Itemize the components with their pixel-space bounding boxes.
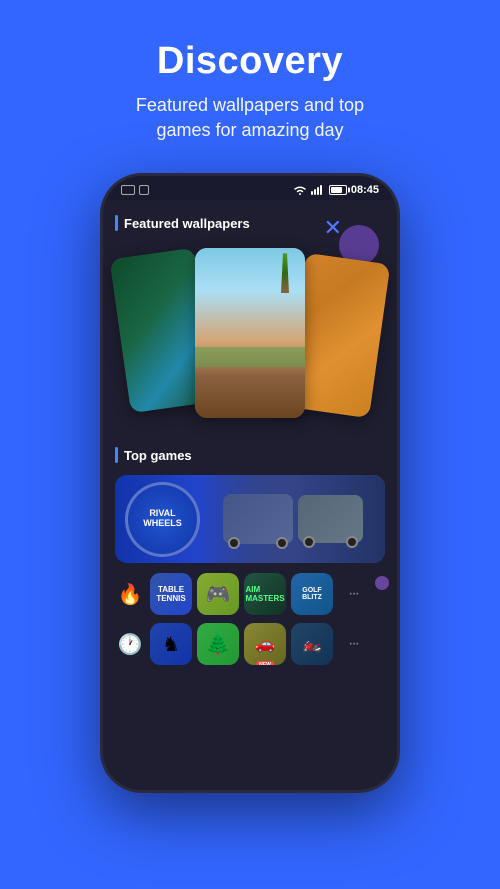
wallpaper-stack [115,243,385,433]
rival-wheels-text: RIVAL WHEELS [143,509,182,529]
status-bar-right: 08:45 [293,184,379,196]
wifi-icon [293,184,307,196]
game-moto[interactable]: 🏍️ [291,623,333,665]
beach-wallpaper [195,248,305,418]
game-icons-row-1: 🔥 TABLETENNIS 🎮 AIMMASTERS GOLFBLITZ ··· [115,573,385,615]
game-icons-row-2: 🕐 ♞ 🌲 🚗 NEW [115,623,385,665]
clock-icon: 🕐 [115,629,145,659]
page-subtitle: Featured wallpapers and topgames for ama… [136,93,364,143]
section-accent [115,215,118,231]
new-badge: NEW [256,661,274,665]
top-games-header: Top games [115,447,385,463]
game-golf-blitz[interactable]: GOLFBLITZ [291,573,333,615]
photo-icon [139,185,149,195]
wheel-1 [228,537,240,549]
game-knight[interactable]: ♞ [150,623,192,665]
phone-frame: 08:45 ✕ Featured wallpapers [100,173,400,793]
phone-screen: ✕ Featured wallpapers [103,200,397,790]
wheel-2 [276,537,288,549]
top-games-title: Top games [124,448,192,463]
email-icon [121,185,135,195]
more-games-icon-2[interactable]: ··· [338,629,368,659]
game-tactical[interactable]: 🚗 NEW [244,623,286,665]
rival-wheels-logo: RIVAL WHEELS [125,482,200,557]
section-accent-2 [115,447,118,463]
page-title: Discovery [136,40,364,83]
game-stacker[interactable]: 🌲 [197,623,239,665]
bike-2 [298,495,363,543]
signal-icon [311,185,325,195]
games-banner[interactable]: RIVAL WHEELS [115,475,385,563]
more-games-icon-1[interactable]: ··· [338,579,368,609]
game-table-tennis[interactable]: TABLETENNIS [150,573,192,615]
bike-1 [223,494,293,544]
palm-tree [275,253,295,293]
wheel-3 [303,536,315,548]
deco-circle-small [375,576,389,590]
wallpaper-card-center[interactable] [195,248,305,418]
fire-icon: 🔥 [115,579,145,609]
featured-wallpapers-header: Featured wallpapers [115,215,385,231]
game-bikes-visual [200,475,385,563]
status-time: 08:45 [351,184,379,196]
header: Discovery Featured wallpapers and topgam… [96,0,404,163]
wheel-4 [346,536,358,548]
game-battle[interactable]: 🎮 [197,573,239,615]
battery-icon [329,185,347,195]
game-aim-masters[interactable]: AIMMASTERS [244,573,286,615]
status-bar-left [121,185,149,195]
status-bar: 08:45 [103,176,397,200]
featured-wallpapers-title: Featured wallpapers [124,216,250,231]
phone-mockup: 08:45 ✕ Featured wallpapers [100,173,400,793]
